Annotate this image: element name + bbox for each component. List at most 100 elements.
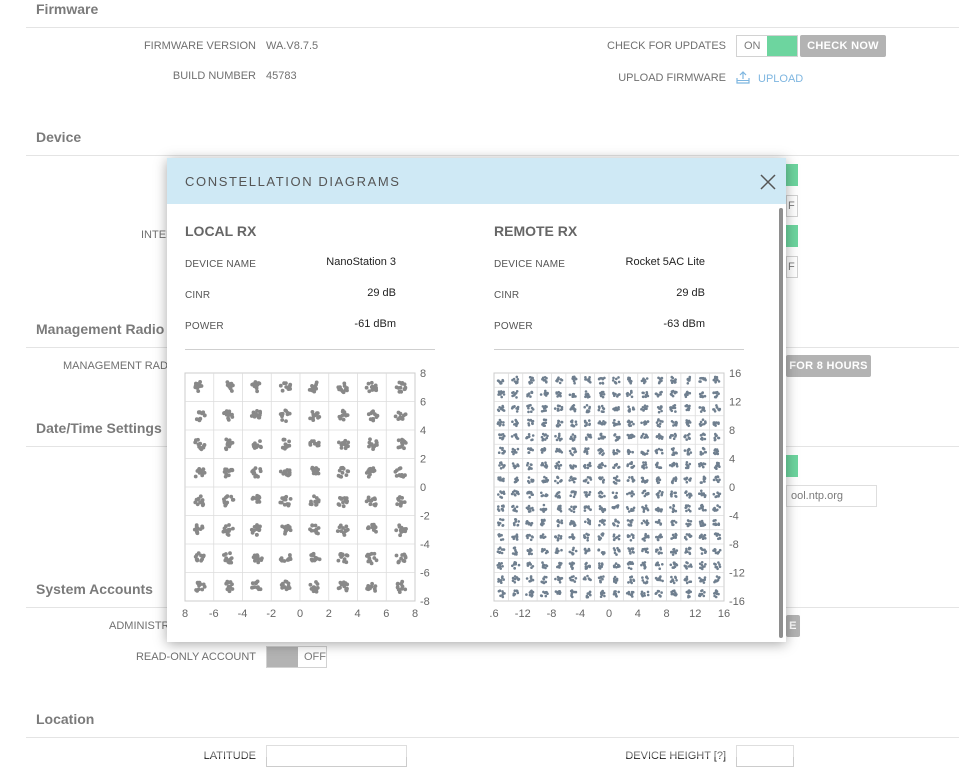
constellation-point [557,537,560,540]
constellation-point [259,445,263,450]
constellation-point [670,492,673,496]
constellation-point [700,492,703,495]
constellation-point [702,581,706,584]
constellation-point [366,526,370,531]
constellation-point [615,438,619,441]
constellation-point [672,523,675,527]
constellation-point [501,524,505,527]
constellation-point [670,447,674,451]
constellation-point [687,565,691,568]
constellation-point [336,473,341,478]
constellation-point [586,574,589,578]
constellation-point [629,424,633,427]
constellation-point [698,406,702,409]
constellation-point [660,448,664,452]
constellation-point [586,481,590,484]
remote-device-name-label: DEVICE NAME [494,259,566,270]
close-icon[interactable] [759,173,777,191]
constellation-point [670,481,674,484]
constellation-point [513,380,517,383]
constellation-point [641,505,644,509]
y-tick-label: -8 [420,596,430,608]
constellation-point [312,494,316,499]
constellation-point [587,564,591,568]
constellation-point [646,590,650,594]
constellation-point [658,478,661,481]
constellation-point [703,591,706,594]
constellation-point [669,506,672,509]
constellation-point [514,518,518,521]
remote-power-label: POWER [494,321,533,332]
constellation-point [543,535,547,539]
modal-scrollbar[interactable] [779,208,783,638]
constellation-point [631,550,634,554]
constellation-point [630,491,634,495]
constellation-point [532,379,535,382]
constellation-point [718,533,721,537]
constellation-point [612,564,616,568]
constellation-point [513,509,517,512]
constellation-point [314,587,319,592]
constellation-point [642,466,646,470]
constellation-point [554,465,557,468]
constellation-point [573,493,577,496]
x-tick-label: -8 [547,608,557,618]
constellation-point [614,495,617,499]
constellation-point [344,553,349,557]
constellation-point [675,563,679,567]
constellation-point [660,591,663,594]
constellation-point [344,473,349,477]
constellation-point [196,581,200,586]
constellation-point [656,578,660,582]
constellation-point [373,443,378,447]
constellation-point [287,468,292,473]
constellation-point [251,410,256,415]
constellation-point [497,523,501,527]
y-tick-label: 16 [729,368,741,380]
constellation-point [499,407,503,411]
constellation-point [660,493,663,497]
constellation-point [287,439,291,444]
constellation-point [699,481,703,484]
y-tick-label: 12 [729,397,741,409]
constellation-point [588,419,591,422]
constellation-point [285,502,290,506]
constellation-point [584,493,588,497]
constellation-point [514,418,517,422]
constellation-point [541,547,544,551]
constellation-point [613,579,616,582]
constellation-point [253,380,258,384]
constellation-point [530,390,533,394]
constellation-point [656,521,660,524]
constellation-point [669,436,672,439]
constellation-point [588,520,592,524]
constellation-point [279,500,284,505]
constellation-point [344,560,349,565]
constellation-point [249,527,254,532]
constellation-point [573,375,576,379]
constellation-point [226,585,231,589]
constellation-point [616,535,619,539]
remote-rx-title: REMOTE RX [494,223,578,239]
constellation-point [395,468,399,473]
constellation-point [316,526,321,530]
constellation-point [280,524,285,529]
constellation-point [337,440,341,445]
constellation-point [527,433,531,436]
constellation-point [528,593,532,597]
x-tick-label: 16 [718,608,730,618]
constellation-point [572,480,576,484]
constellation-point [515,375,519,379]
constellation-point [642,408,645,412]
constellation-point [286,386,291,391]
constellation-point [617,548,620,552]
constellation-point [372,528,376,532]
constellation-point [285,558,290,562]
constellation-point [525,593,528,596]
constellation-point [572,510,576,514]
constellation-point [554,536,558,539]
constellation-point [309,388,313,392]
constellation-point [631,450,634,454]
x-tick-label: .6 [489,608,498,618]
constellation-point [645,581,649,584]
